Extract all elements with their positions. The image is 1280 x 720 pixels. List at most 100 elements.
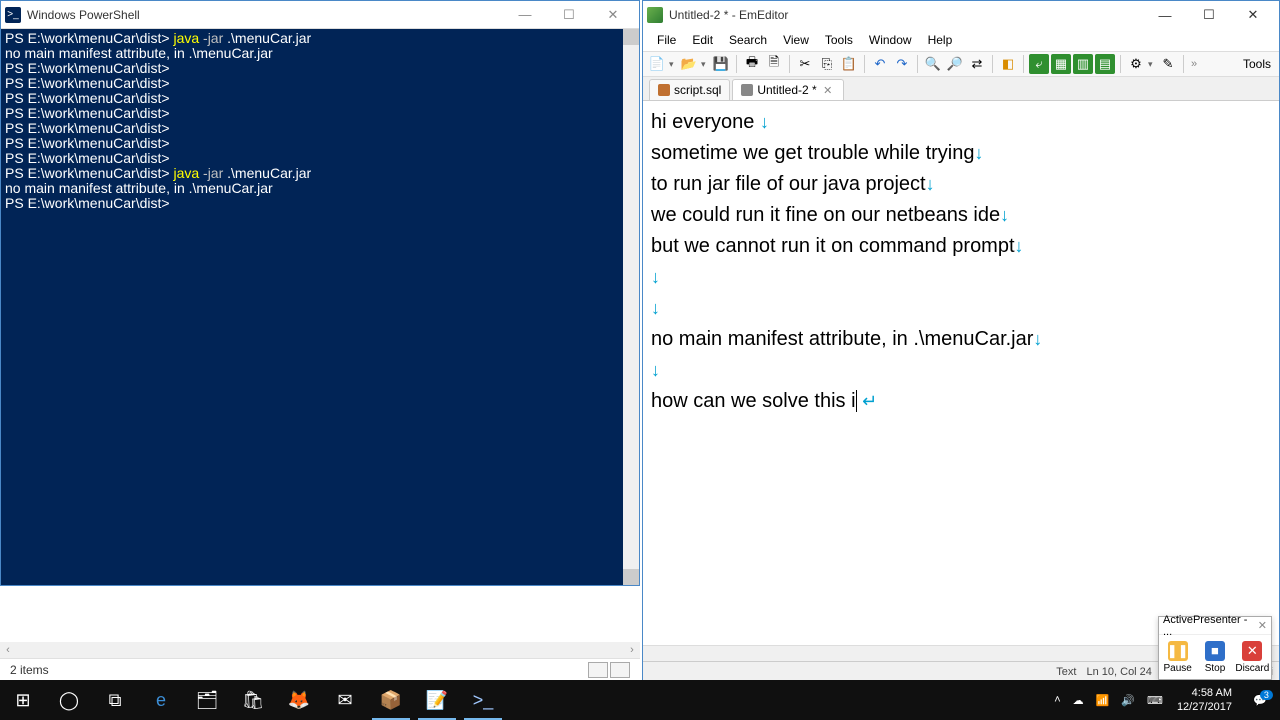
powershell-title: Windows PowerShell	[27, 8, 503, 22]
replace-icon[interactable]: ⇄	[967, 54, 987, 74]
maximize-button[interactable]: ☐	[1187, 2, 1231, 28]
editor-line: ↓	[651, 262, 1271, 293]
stop-icon: ■	[1205, 641, 1225, 661]
console-line: PS E:\work\menuCar\dist>	[5, 91, 635, 106]
status-position: Ln 10, Col 24	[1086, 666, 1151, 678]
stop-button[interactable]: ■ Stop	[1196, 635, 1233, 679]
editor-area[interactable]: hi everyone ↓sometime we get trouble whi…	[643, 101, 1279, 645]
print-icon[interactable]: 🖶	[742, 54, 762, 74]
powershell-taskbar-icon[interactable]: >_	[460, 680, 506, 720]
menu-edit[interactable]: Edit	[684, 30, 721, 50]
editor-line: we could run it fine on our netbeans ide…	[651, 200, 1271, 231]
menu-bar: FileEditSearchViewToolsWindowHelp	[643, 29, 1279, 51]
volume-icon[interactable]: 🔊	[1115, 680, 1141, 720]
config-icon[interactable]: ⚙	[1126, 54, 1146, 74]
redo-icon[interactable]: ↷	[892, 54, 912, 74]
new-file-icon[interactable]: 📄	[647, 54, 667, 74]
large-icons-view-icon[interactable]	[610, 662, 630, 678]
status-mode: Text	[1056, 666, 1076, 678]
cut-icon[interactable]: ✂	[795, 54, 815, 74]
console-line: PS E:\work\menuCar\dist> java -jar .\men…	[5, 166, 635, 181]
taskbar: ⊞ ◯ ⧉ e 🗂 🛍 🦊 ✉ 📦 📝 >_ ˄ ☁ 📶 🔊 ⌨ 4:58 AM…	[0, 680, 1280, 720]
menu-help[interactable]: Help	[920, 30, 961, 50]
properties-icon[interactable]: ✎	[1158, 54, 1178, 74]
edge-icon[interactable]: e	[138, 680, 184, 720]
save-icon[interactable]: 💾	[711, 54, 731, 74]
cortana-icon[interactable]: ◯	[46, 680, 92, 720]
emeditor-titlebar[interactable]: Untitled-2 * - EmEditor — ☐ ✕	[643, 1, 1279, 29]
start-button[interactable]: ⊞	[0, 680, 46, 720]
emeditor-icon	[647, 7, 663, 23]
console-line: PS E:\work\menuCar\dist>	[5, 61, 635, 76]
close-icon[interactable]: ✕	[1258, 619, 1267, 632]
system-tray: ˄ ☁ 📶 🔊 ⌨ 4:58 AM 12/27/2017 💬	[1048, 680, 1280, 720]
console-line: PS E:\work\menuCar\dist>	[5, 151, 635, 166]
horizontal-scrollbar[interactable]: ‹ ›	[0, 642, 640, 658]
activepresenter-toolbar[interactable]: ActivePresenter - ... ✕ ❚❚ Pause ■ Stop …	[1158, 616, 1272, 680]
netbeans-icon[interactable]: 📦	[368, 680, 414, 720]
console-line: no main manifest attribute, in .\menuCar…	[5, 46, 635, 61]
tools-dropdown[interactable]: Tools	[1239, 55, 1275, 73]
store-icon[interactable]: 🛍	[230, 680, 276, 720]
bookmark-icon[interactable]: ◧	[998, 54, 1018, 74]
open-file-icon[interactable]: 📂	[679, 54, 699, 74]
menu-window[interactable]: Window	[861, 30, 920, 50]
console-line: PS E:\work\menuCar\dist>	[5, 76, 635, 91]
print-preview-icon[interactable]: 🗎	[764, 54, 784, 74]
close-button[interactable]: ✕	[591, 2, 635, 28]
dropdown-icon[interactable]: ▾	[1148, 59, 1156, 70]
language-icon[interactable]: ⌨	[1141, 680, 1169, 720]
vertical-scrollbar[interactable]	[623, 29, 639, 585]
minimize-button[interactable]: —	[503, 2, 547, 28]
mail-icon[interactable]: ✉	[322, 680, 368, 720]
powershell-console[interactable]: PS E:\work\menuCar\dist> java -jar .\men…	[1, 29, 639, 585]
close-tab-icon[interactable]: ✕	[821, 84, 835, 97]
wrap-icon[interactable]: ⤶	[1029, 54, 1049, 74]
emeditor-window: Untitled-2 * - EmEditor — ☐ ✕ FileEditSe…	[642, 0, 1280, 680]
menu-tools[interactable]: Tools	[817, 30, 861, 50]
wrap-page-icon[interactable]: ▥	[1073, 54, 1093, 74]
document-tab[interactable]: Untitled-2 *✕	[732, 79, 843, 100]
notifications-icon[interactable]: 💬	[1240, 680, 1280, 720]
clock[interactable]: 4:58 AM 12/27/2017	[1169, 686, 1240, 714]
copy-icon[interactable]: ⎘	[817, 54, 837, 74]
undo-icon[interactable]: ↶	[870, 54, 890, 74]
editor-line: but we cannot run it on command prompt↓	[651, 231, 1271, 262]
editor-line: no main manifest attribute, in .\menuCar…	[651, 324, 1271, 355]
emeditor-taskbar-icon[interactable]: 📝	[414, 680, 460, 720]
pause-button[interactable]: ❚❚ Pause	[1159, 635, 1196, 679]
close-button[interactable]: ✕	[1231, 2, 1275, 28]
dropdown-icon[interactable]: ▾	[669, 59, 677, 70]
file-explorer-icon[interactable]: 🗂	[184, 680, 230, 720]
network-icon[interactable]: 📶	[1090, 680, 1116, 720]
document-tab[interactable]: script.sql	[649, 79, 730, 100]
wrap-window-icon[interactable]: ▦	[1051, 54, 1071, 74]
minimize-button[interactable]: —	[1143, 2, 1187, 28]
onedrive-icon[interactable]: ☁	[1067, 680, 1090, 720]
details-view-icon[interactable]	[588, 662, 608, 678]
explorer-window-bottom: ‹ › 2 items	[0, 586, 640, 682]
toolbar: 📄▾ 📂▾ 💾 🖶 🗎 ✂ ⎘ 📋 ↶ ↷ 🔍 🔎 ⇄ ◧ ⤶ ▦ ▥ ▤ ⚙▾…	[643, 51, 1279, 77]
discard-icon: ✕	[1242, 641, 1262, 661]
discard-button[interactable]: ✕ Discard	[1234, 635, 1271, 679]
tab-bar: script.sqlUntitled-2 *✕	[643, 77, 1279, 101]
menu-search[interactable]: Search	[721, 30, 775, 50]
powershell-titlebar[interactable]: >_ Windows PowerShell — ☐ ✕	[1, 1, 639, 29]
paste-icon[interactable]: 📋	[839, 54, 859, 74]
dropdown-icon[interactable]: ▾	[701, 59, 709, 70]
task-view-icon[interactable]: ⧉	[92, 680, 138, 720]
menu-view[interactable]: View	[775, 30, 817, 50]
find-next-icon[interactable]: 🔎	[945, 54, 965, 74]
find-icon[interactable]: 🔍	[923, 54, 943, 74]
maximize-button[interactable]: ☐	[547, 2, 591, 28]
firefox-icon[interactable]: 🦊	[276, 680, 322, 720]
console-line: no main manifest attribute, in .\menuCar…	[5, 181, 635, 196]
file-icon	[741, 84, 753, 96]
emeditor-title: Untitled-2 * - EmEditor	[669, 8, 1143, 22]
no-wrap-icon[interactable]: ▤	[1095, 54, 1115, 74]
activepresenter-title: ActivePresenter - ...	[1163, 614, 1258, 638]
menu-file[interactable]: File	[649, 30, 684, 50]
tray-overflow-icon[interactable]: ˄	[1048, 680, 1066, 720]
editor-line: to run jar file of our java project↓	[651, 169, 1271, 200]
explorer-status-bar: 2 items	[0, 658, 640, 680]
